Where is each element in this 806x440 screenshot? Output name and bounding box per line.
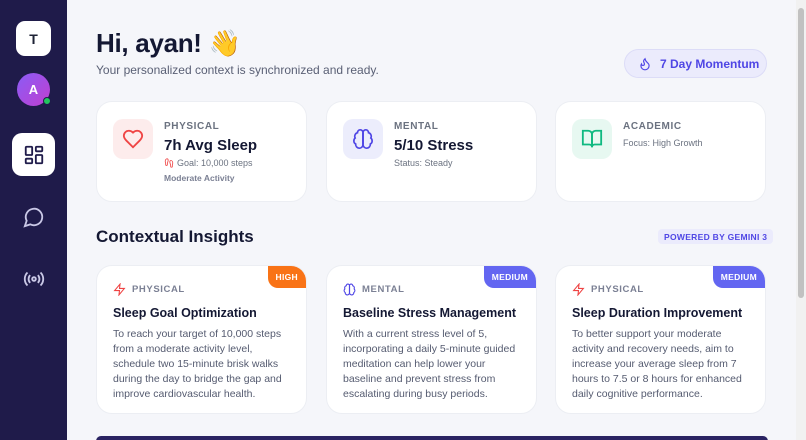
- card-detail: Status: Steady: [394, 158, 453, 168]
- insight-category-label: MENTAL: [362, 284, 405, 295]
- insight-title: Sleep Duration Improvement: [572, 306, 743, 320]
- insight-card[interactable]: MEDIUM MENTAL Baseline Stress Management…: [326, 265, 537, 414]
- online-status-dot: [43, 97, 51, 105]
- powered-by-badge: POWERED BY GEMINI 3: [658, 229, 774, 244]
- priority-badge: MEDIUM: [483, 266, 536, 288]
- card-title: 5/10 Stress: [394, 137, 474, 154]
- lightning-icon: [113, 283, 126, 296]
- physical-context-card[interactable]: PHYSICAL 7h Avg Sleep Goal: 10,000 steps…: [96, 101, 307, 202]
- card-category: MENTAL: [394, 121, 439, 132]
- page-title: Hi, ayan! 👋: [96, 28, 241, 58]
- broadcast-icon: [23, 271, 44, 286]
- footprints-icon: [164, 158, 174, 168]
- insight-body: To better support your moderate activity…: [572, 328, 742, 400]
- insight-body: To reach your target of 10,000 steps fro…: [113, 328, 282, 400]
- insight-category: MENTAL: [343, 283, 404, 296]
- avatar-letter: A: [28, 82, 39, 97]
- insight-title: Baseline Stress Management: [343, 306, 516, 320]
- bottom-panel: [96, 436, 768, 440]
- app-logo[interactable]: T: [16, 21, 51, 56]
- chat-icon: [22, 207, 43, 228]
- insight-card[interactable]: MEDIUM PHYSICAL Sleep Duration Improveme…: [555, 265, 766, 414]
- nav-broadcast-button[interactable]: [12, 257, 55, 300]
- card-detail: Focus: High Growth: [623, 138, 703, 148]
- insight-card[interactable]: HIGH PHYSICAL Sleep Goal Optimization To…: [96, 265, 307, 414]
- lightning-icon: [572, 283, 585, 296]
- dashboard-icon: [24, 145, 43, 164]
- priority-badge: HIGH: [267, 266, 306, 288]
- sidebar: T A: [0, 0, 67, 440]
- scrollbar[interactable]: [796, 0, 806, 440]
- insight-category: PHYSICAL: [572, 283, 644, 296]
- insight-category: PHYSICAL: [113, 283, 185, 296]
- page-subtitle: Your personalized context is synchronize…: [96, 63, 379, 77]
- momentum-button[interactable]: 7 Day Momentum: [624, 49, 767, 78]
- momentum-label: 7 Day Momentum: [660, 56, 760, 71]
- insight-body: With a current stress level of 5, incorp…: [343, 328, 516, 400]
- nav-dashboard-button[interactable]: [12, 133, 55, 176]
- priority-badge: MEDIUM: [712, 266, 765, 288]
- book-icon: [572, 119, 612, 159]
- insight-category-label: PHYSICAL: [591, 284, 644, 295]
- brain-icon: [343, 283, 356, 296]
- card-detail-text: Goal: 10,000 steps: [177, 158, 253, 168]
- scrollbar-thumb[interactable]: [798, 8, 804, 298]
- card-note: Moderate Activity: [164, 173, 235, 183]
- insight-category-label: PHYSICAL: [132, 284, 185, 295]
- insight-title: Sleep Goal Optimization: [113, 306, 257, 320]
- section-title: Contextual Insights: [96, 227, 254, 246]
- card-category: PHYSICAL: [164, 121, 220, 132]
- nav-chat-button[interactable]: [12, 195, 55, 238]
- avatar[interactable]: A: [17, 73, 51, 106]
- card-detail: Goal: 10,000 steps: [164, 158, 253, 168]
- mental-context-card[interactable]: MENTAL 5/10 Stress Status: Steady: [326, 101, 537, 202]
- heart-icon: [113, 119, 153, 159]
- flame-icon: [640, 57, 650, 70]
- brain-icon: [343, 119, 383, 159]
- academic-context-card[interactable]: ACADEMIC Focus: High Growth: [555, 101, 766, 202]
- card-title: 7h Avg Sleep: [164, 137, 258, 154]
- card-category: ACADEMIC: [623, 121, 682, 132]
